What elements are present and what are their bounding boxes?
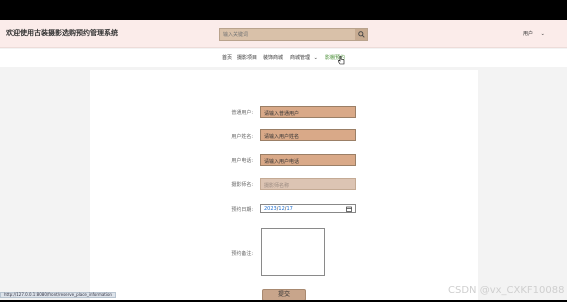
user-menu[interactable]: 用户 ⌄ [523,30,545,37]
search-input[interactable] [223,30,353,40]
chevron-down-icon: ⌄ [313,55,318,61]
date-year: 2023 [264,206,277,212]
nav-home[interactable]: 首页 [222,54,232,61]
regular-user-field[interactable]: 请输入普通用户 [260,106,356,118]
search-box [219,28,368,41]
search-icon [357,31,365,38]
chevron-down-icon: ⌄ [540,31,545,37]
label-reservation-note: 预约备注: [231,251,253,257]
user-phone-field[interactable]: 请输入用户电话 [260,154,356,166]
date-day: 17 [286,206,293,212]
search-button[interactable] [355,29,367,40]
watermark: CSDN @vx_CXKF10088 [448,285,565,296]
label-reservation-date: 预约日期: [231,207,253,213]
label-regular-user: 普通用户: [231,110,253,116]
label-user-phone: 用户电话: [231,158,253,164]
top-header: 欢迎使用古装摄影选购预约管理系统 用户 ⌄ [0,20,567,48]
submit-button[interactable]: 提交 [262,289,306,300]
user-menu-label: 用户 [523,31,534,37]
mouse-cursor-icon [338,56,345,65]
nav-decoration-mall[interactable]: 装饰商城 [263,54,283,61]
nav-photo-projects[interactable]: 摄影项目 [237,54,257,61]
calendar-icon[interactable] [346,206,352,212]
photographer-field: 摄影师名称 [260,178,356,190]
browser-viewport: 欢迎使用古装摄影选购预约管理系统 用户 ⌄ 首页 摄影项目 装饰商城 商城管理 … [0,20,567,300]
main-nav: 首页 摄影项目 装饰商城 商城管理 ⌄ 影棚预约 [0,49,567,67]
reservation-note-textarea[interactable] [261,228,325,276]
label-photographer: 摄影师名: [231,182,253,188]
reservation-date-input[interactable]: 2023/12/17 [260,204,356,213]
site-title: 欢迎使用古装摄影选购预约管理系统 [6,29,118,37]
label-user-name: 用户姓名: [231,134,253,140]
nav-mall-management-label: 商城管理 [290,55,311,61]
user-name-field[interactable]: 请输入用户姓名 [260,129,356,141]
status-bar-url: http://127.0.0.1:8080/front/reserve_plac… [0,292,116,298]
nav-mall-management[interactable]: 商城管理 ⌄ [290,54,318,61]
